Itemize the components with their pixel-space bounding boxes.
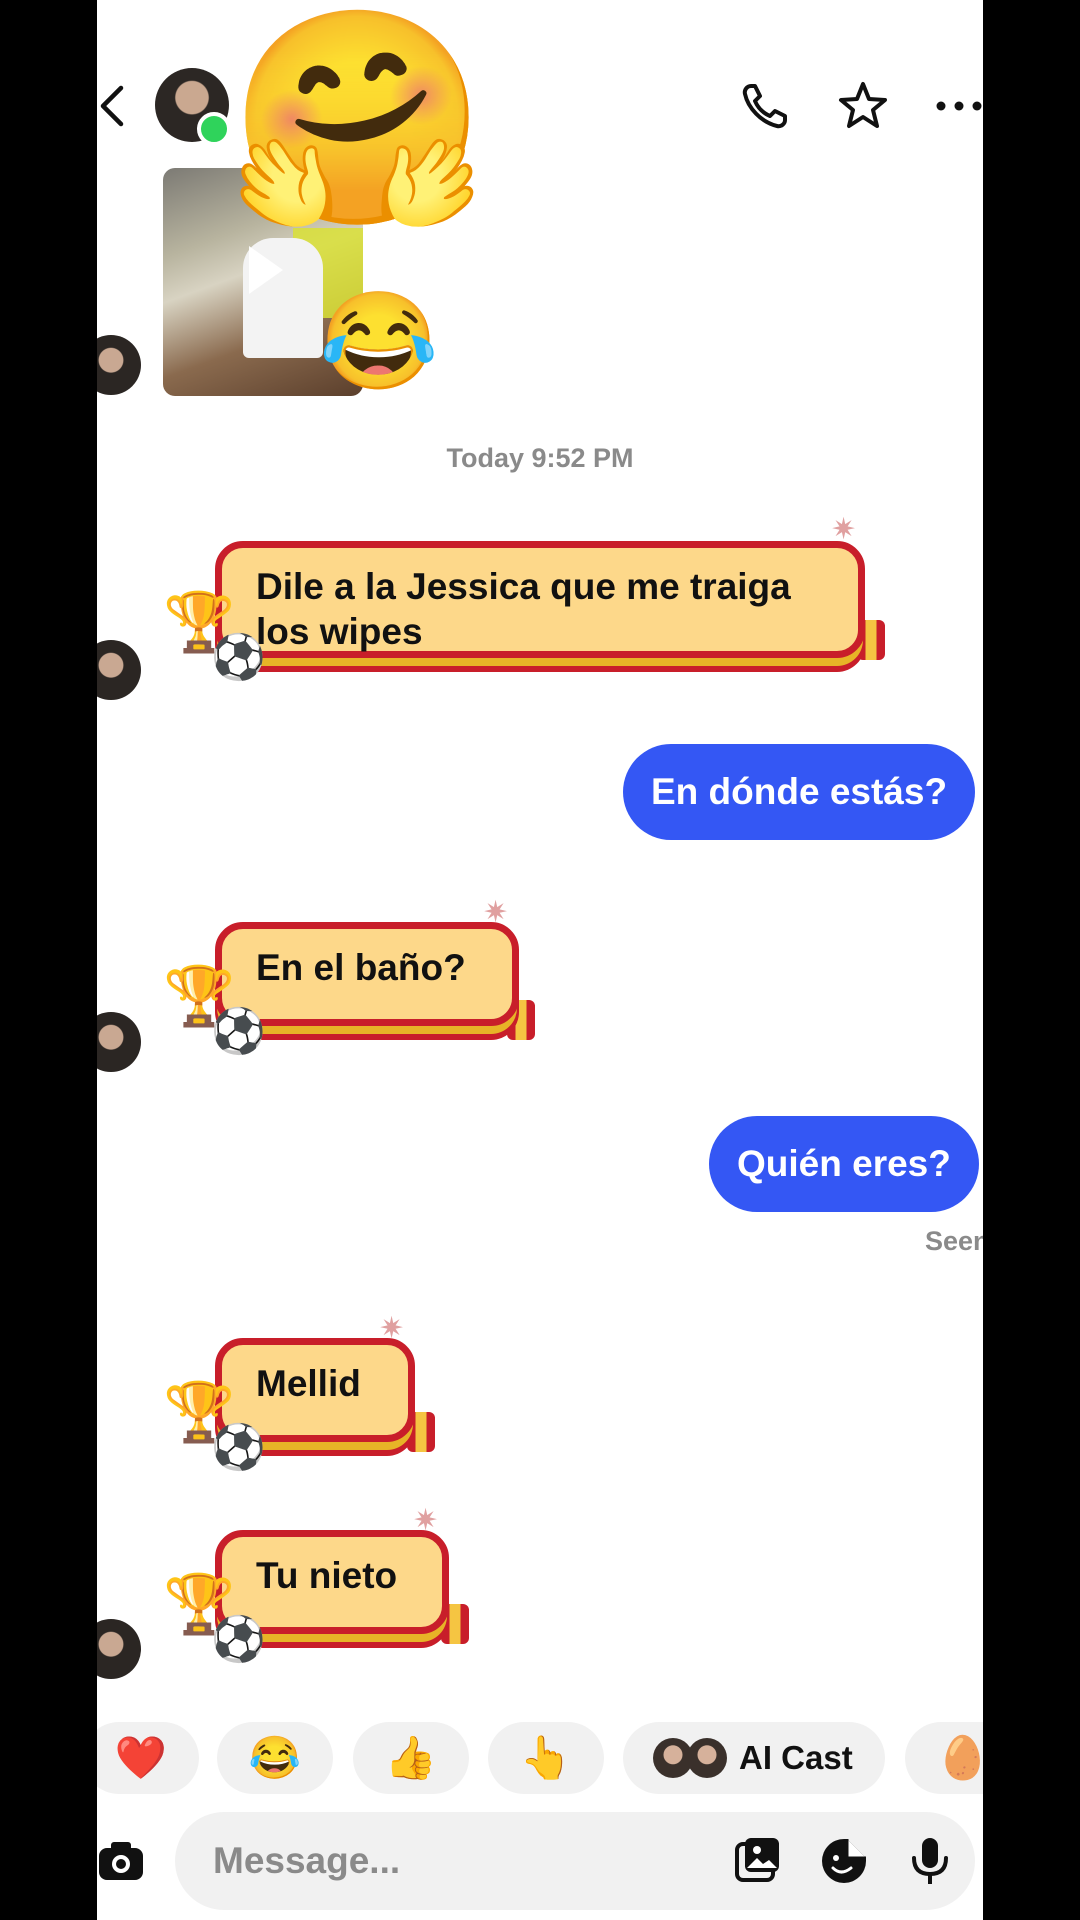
sender-avatar bbox=[97, 335, 141, 395]
reaction-egg[interactable]: 🥚 bbox=[905, 1722, 983, 1794]
message-text: Mellid bbox=[256, 1363, 361, 1404]
avatar bbox=[687, 1738, 727, 1778]
thumbs-up-icon: 👍 bbox=[384, 1733, 438, 1781]
sender-avatar bbox=[97, 640, 141, 700]
chevron-left-icon[interactable] bbox=[97, 78, 127, 134]
laughing-icon: 😂 bbox=[248, 1733, 302, 1781]
chat-screen: 🤗 😂 Today 9:52 PM ✷ Dile a la Jessica qu… bbox=[97, 0, 983, 1920]
seen-status: Seen bbox=[925, 1226, 983, 1256]
laughing-reaction: 😂 bbox=[319, 288, 439, 395]
soccer-ball-icon: ⚽ bbox=[211, 1007, 266, 1056]
reaction-heart[interactable]: ❤️ bbox=[97, 1722, 199, 1794]
star-icon[interactable] bbox=[835, 78, 891, 134]
heart-icon: ❤️ bbox=[114, 1733, 168, 1781]
incoming-message[interactable]: Dile a la Jessica que me traiga los wipe… bbox=[215, 541, 865, 658]
egg-icon: 🥚 bbox=[936, 1733, 983, 1781]
reaction-point-up[interactable]: 👆 bbox=[488, 1722, 604, 1794]
microphone-icon[interactable] bbox=[905, 1836, 955, 1886]
phone-icon[interactable] bbox=[737, 78, 793, 134]
message-text: En el baño? bbox=[256, 947, 466, 988]
ai-cast-label: AI Cast bbox=[739, 1739, 853, 1776]
soccer-ball-icon: ⚽ bbox=[211, 1423, 266, 1472]
gallery-icon[interactable] bbox=[733, 1836, 783, 1886]
online-indicator bbox=[197, 112, 231, 146]
message-input[interactable]: Message... bbox=[175, 1812, 975, 1910]
message-text: En dónde estás? bbox=[651, 771, 948, 812]
timestamp: Today 9:52 PM bbox=[446, 443, 634, 473]
play-icon[interactable] bbox=[249, 246, 283, 294]
sender-avatar bbox=[97, 1619, 141, 1679]
message-text: Dile a la Jessica que me traiga los wipe… bbox=[256, 566, 791, 652]
point-up-icon: 👆 bbox=[519, 1733, 573, 1781]
soccer-ball-icon: ⚽ bbox=[211, 633, 266, 682]
ai-cast-button[interactable]: AI Cast bbox=[623, 1722, 885, 1794]
outgoing-message[interactable]: Quién eres? bbox=[709, 1116, 979, 1212]
sticker-icon[interactable] bbox=[819, 1836, 869, 1886]
outgoing-message[interactable]: En dónde estás? bbox=[623, 744, 976, 840]
sender-avatar bbox=[97, 1012, 141, 1072]
hugging-face-sticker: 🤗 bbox=[227, 1, 489, 236]
more-icon[interactable] bbox=[933, 78, 983, 134]
message-placeholder: Message... bbox=[213, 1840, 401, 1881]
message-text: Tu nieto bbox=[256, 1555, 398, 1596]
camera-icon[interactable] bbox=[97, 1836, 145, 1884]
message-text: Quién eres? bbox=[737, 1143, 951, 1184]
soccer-ball-icon: ⚽ bbox=[211, 1615, 266, 1664]
reaction-laughing[interactable]: 😂 bbox=[217, 1722, 333, 1794]
reaction-thumbs-up[interactable]: 👍 bbox=[353, 1722, 469, 1794]
